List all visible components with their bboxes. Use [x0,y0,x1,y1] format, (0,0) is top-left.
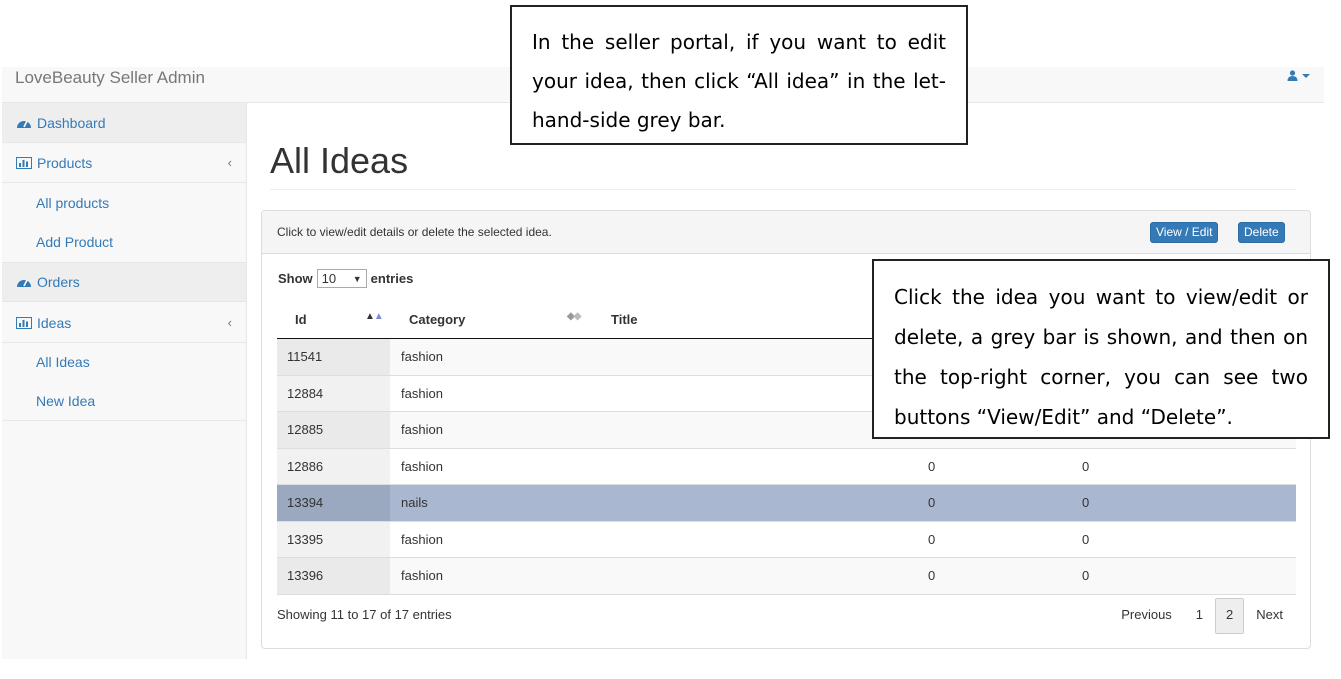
table-info: Showing 11 to 17 of 17 entries [277,607,452,622]
sidebar-item-label: Products [37,154,93,171]
cell-value: 0 [1082,458,1090,474]
sidebar-item-new-idea[interactable]: New Idea [2,381,246,421]
sidebar-item-all-ideas[interactable]: All Ideas [2,342,246,382]
title-divider [270,189,1296,190]
table-row-selected[interactable]: 13394 nails 0 0 [277,485,1296,522]
cell-value: 0 [928,495,936,510]
pagination: Previous 1 2 Next [1109,598,1295,634]
sidebar-item-label: Dashboard [37,114,106,131]
cell-id: 13394 [277,485,390,521]
table-row[interactable]: 13396 fashion 0 0 [277,558,1296,595]
chevron-left-icon: ‹ [227,315,232,330]
cell-value: 0 [928,531,936,547]
dropdown-arrow-icon: ▼ [352,273,362,284]
cell-value: 0 [1082,568,1090,583]
cell-id: 12886 [277,448,390,484]
sidebar-item-products[interactable]: Products ‹ [2,143,246,183]
cell-category: fashion [401,385,443,401]
brand-title[interactable]: LoveBeauty Seller Admin [15,68,205,88]
sidebar-item-ideas[interactable]: Ideas ‹ [2,303,246,343]
cell-category: fashion [401,568,443,583]
sidebar-item-label: All products [36,195,110,211]
cell-category: fashion [401,422,443,437]
cell-id: 12884 [277,375,390,411]
sidebar-item-label: Add Product [36,234,114,250]
bar-chart-icon [16,156,32,169]
show-label: Show [278,271,313,286]
pagination-previous[interactable]: Previous [1109,598,1184,634]
view-edit-button[interactable]: View / Edit [1150,222,1219,243]
cell-category: fashion [401,349,443,364]
cell-id: 11541 [277,339,390,375]
sort-both-icon[interactable]: ◆◆ [567,311,581,322]
page-length-value: 10 [321,271,337,286]
sidebar-item-all-products[interactable]: All products [2,183,246,223]
cell-id: 13396 [277,558,390,594]
column-header-id[interactable]: Id [295,312,307,327]
cell-value: 0 [928,568,936,583]
bar-chart-icon [16,316,32,329]
cell-id: 13395 [277,521,390,557]
delete-button[interactable]: Delete [1238,222,1285,243]
sidebar: Dashboard Products ‹ All products Add Pr… [2,103,247,659]
entries-label: entries [370,271,414,286]
sidebar-item-label: All Ideas [36,354,90,370]
chevron-left-icon: ‹ [227,155,232,170]
pagination-page[interactable]: 1 [1184,598,1215,634]
pagination-next[interactable]: Next [1244,598,1295,634]
caret-down-icon [1302,73,1310,78]
cell-category: fashion [401,531,443,547]
dashboard-icon [17,120,31,128]
cell-category: nails [401,495,428,510]
table-row[interactable]: 12886 fashion 0 0 [277,448,1296,485]
page-length-select[interactable]: 10 ▼ [316,269,367,288]
cell-category: fashion [401,458,443,474]
annotation-callout-top: In the seller portal, if you want to edi… [510,5,968,145]
sidebar-item-add-product[interactable]: Add Product [2,222,246,262]
user-icon [1287,70,1298,81]
annotation-callout-right: Click the idea you want to view/edit or … [872,259,1330,439]
sidebar-item-orders[interactable]: Orders [2,262,246,302]
page-title: All Ideas [270,140,409,181]
user-menu[interactable] [1287,70,1310,81]
sort-ascending-icon[interactable]: ▲▲ [365,311,384,322]
panel-hint: Click to view/edit details or delete the… [277,225,552,239]
sidebar-item-label: Ideas [37,314,72,331]
page-length-control: Show 10 ▼ entries [278,269,413,288]
dashboard-icon [17,279,31,287]
cell-value: 0 [928,458,936,474]
column-header-title[interactable]: Title [611,312,638,327]
panel-heading: Click to view/edit details or delete the… [262,211,1310,254]
sidebar-item-label: New Idea [36,392,96,409]
pagination-page-current[interactable]: 2 [1215,598,1245,634]
sidebar-item-label: Orders [37,274,80,290]
cell-id: 12885 [277,412,390,448]
column-header-category[interactable]: Category [409,312,465,327]
cell-value: 0 [1082,495,1090,510]
cell-value: 0 [1082,531,1090,547]
sidebar-item-dashboard[interactable]: Dashboard [2,103,246,143]
table-row[interactable]: 13395 fashion 0 0 [277,521,1296,558]
